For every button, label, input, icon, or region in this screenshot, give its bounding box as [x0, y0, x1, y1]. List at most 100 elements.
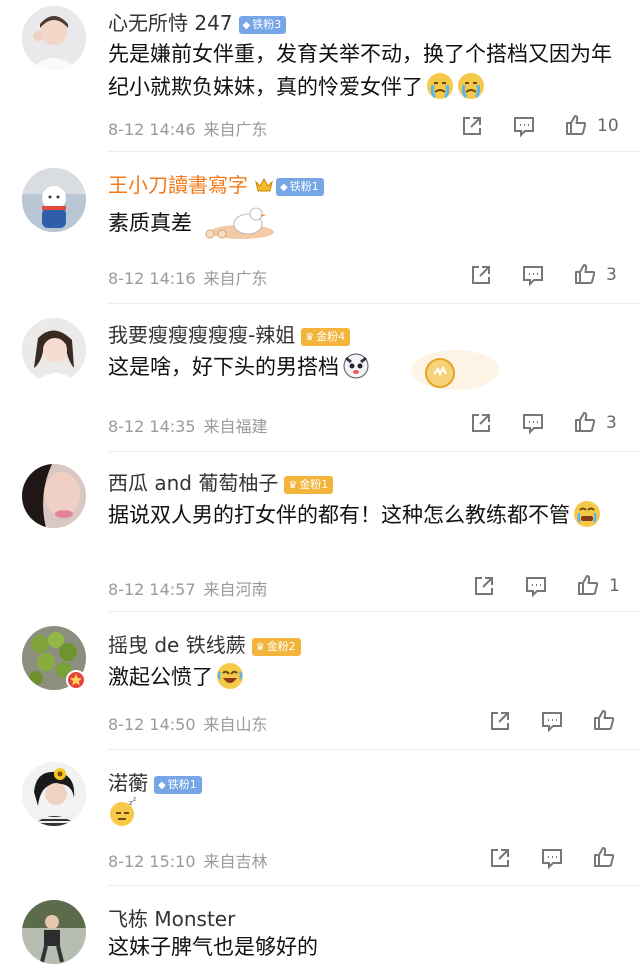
like-button[interactable]	[564, 113, 588, 137]
fan-badge: ♛ 金粉1	[284, 476, 334, 494]
comment-button[interactable]	[521, 411, 545, 435]
crown-icon: ♛	[255, 642, 265, 653]
avatar[interactable]	[22, 762, 86, 826]
avatar[interactable]	[22, 318, 86, 382]
share-button[interactable]	[488, 846, 512, 870]
share-button[interactable]	[488, 709, 512, 733]
like-count: 10	[597, 116, 619, 136]
location: 来自福建	[203, 417, 268, 436]
comment-text: 先是嫌前女伴重，发育关举不动，换了个搭档又因为年纪小就欺负妹妹，真的怜爱女伴了	[108, 42, 612, 99]
diamond-icon: ◆	[280, 182, 288, 193]
share-icon	[491, 849, 509, 867]
crown-icon	[254, 175, 274, 193]
avatar[interactable]	[22, 464, 86, 528]
like-button[interactable]	[573, 410, 597, 434]
like-count: 1	[609, 576, 620, 596]
comment-item: 王小刀讀書寫字 ◆ 铁粉1 素质真差 8-12 14:16 来自广东 3	[0, 152, 640, 304]
like-count: 3	[606, 265, 617, 285]
share-icon	[472, 266, 490, 284]
thumbs-up-icon	[566, 115, 587, 135]
comment-meta: 8-12 14:57 来自河南	[108, 576, 268, 600]
timestamp: 8-12 14:46	[108, 120, 196, 139]
crown-icon: ♛	[288, 480, 298, 491]
like-button[interactable]	[592, 845, 616, 869]
username[interactable]: 心无所恃 247 ◆ 铁粉3	[108, 7, 287, 36]
crown-icon: ♛	[305, 332, 315, 343]
share-button[interactable]	[460, 114, 484, 138]
like-button[interactable]	[573, 262, 597, 286]
location: 来自吉林	[203, 852, 268, 871]
share-icon	[463, 117, 481, 135]
comment-meta: 8-12 14:35 来自福建	[108, 413, 268, 437]
crying-emoji-icon	[458, 73, 484, 99]
share-icon	[491, 712, 509, 730]
username[interactable]: 摇曳 de 铁线蕨 ♛ 金粉2	[108, 629, 301, 658]
share-button[interactable]	[472, 574, 496, 598]
username[interactable]: 王小刀讀書寫字 ◆ 铁粉1	[108, 169, 324, 198]
timestamp: 8-12 14:57	[108, 580, 196, 599]
comment-item: 渃蘅 ◆ 铁粉1 zz 8-12 15:10 来自吉林	[0, 750, 640, 886]
comment-item: 西瓜 and 葡萄柚子 ♛ 金粉1 据说双人男的打女伴的都有！这种怎么教练都不管 8…	[0, 452, 640, 612]
comment-icon	[542, 712, 562, 733]
fan-badge: ◆ 铁粉1	[276, 178, 324, 196]
fan-badge: ◆ 铁粉3	[238, 16, 287, 34]
share-icon	[472, 414, 490, 432]
comment-item: 飞栋 Monster 这妹子脾气也是够好的	[0, 886, 640, 975]
thumbs-up-icon	[575, 264, 596, 284]
crying-emoji-icon	[427, 73, 453, 99]
comment-button[interactable]	[524, 574, 548, 598]
comment-meta: 8-12 15:10 来自吉林	[108, 848, 268, 872]
comment-meta: 8-12 14:16 来自广东	[108, 265, 268, 289]
share-button[interactable]	[469, 411, 493, 435]
comment-icon	[526, 577, 546, 598]
like-count: 3	[606, 413, 617, 433]
location: 来自山东	[203, 715, 268, 734]
thumbs-up-icon	[594, 710, 615, 730]
comment-meta: 8-12 14:46 来自广东	[108, 116, 268, 140]
thumbs-up-icon	[575, 412, 596, 432]
comment-item: 心无所恃 247 ◆ 铁粉3 先是嫌前女伴重，发育关举不动，换了个搭档又因为年纪小就…	[0, 0, 640, 152]
dog-emoji-icon	[343, 353, 369, 379]
fan-badge: ♛ 金粉4	[301, 328, 351, 346]
share-button[interactable]	[469, 263, 493, 287]
comment-icon	[542, 849, 562, 870]
comment-item: 摇曳 de 铁线蕨 ♛ 金粉2 激起公愤了 8-12 14:50 来自山东	[0, 612, 640, 750]
svg-text:z: z	[133, 796, 136, 803]
verified-badge	[66, 670, 86, 690]
comment-button[interactable]	[512, 114, 536, 138]
rubber-duck-sticker-icon	[205, 207, 274, 239]
username[interactable]: 西瓜 and 葡萄柚子 ♛ 金粉1	[108, 467, 334, 496]
comment-icon	[523, 266, 543, 287]
comment-button[interactable]	[540, 846, 564, 870]
comment-text: 激起公愤了	[108, 661, 618, 694]
username[interactable]: 渃蘅 ◆ 铁粉1	[108, 767, 202, 796]
location: 来自河南	[203, 580, 268, 599]
share-icon	[475, 577, 493, 595]
timestamp: 8-12 14:35	[108, 417, 196, 436]
location: 来自广东	[203, 269, 268, 288]
gold-badge-decoration-icon	[411, 350, 499, 390]
comment-button[interactable]	[521, 263, 545, 287]
comment-text: 这妹子脾气也是够好的	[108, 935, 318, 959]
like-button[interactable]	[592, 708, 616, 732]
diamond-icon: ◆	[158, 780, 166, 791]
username[interactable]: 飞栋 Monster	[108, 903, 235, 932]
comment-icon	[514, 117, 534, 138]
like-button[interactable]	[576, 573, 600, 597]
thumbs-up-icon	[578, 575, 599, 595]
comment-text: 据说双人男的打女伴的都有！这种怎么教练都不管	[108, 499, 618, 532]
laughing-crying-emoji-icon	[217, 663, 243, 689]
tearful-emoji-icon	[574, 501, 600, 527]
comment-icon	[523, 414, 543, 435]
avatar[interactable]	[22, 6, 86, 70]
fan-badge: ♛ 金粉2	[251, 638, 301, 656]
avatar[interactable]	[22, 900, 86, 964]
comment-button[interactable]	[540, 709, 564, 733]
avatar[interactable]	[22, 168, 86, 232]
sleepy-emoji-icon: zz	[110, 796, 136, 826]
username[interactable]: 我要瘦瘦瘦瘦瘦-辣姐 ♛ 金粉4	[108, 319, 351, 348]
comment-text: zz	[108, 796, 618, 832]
comment-text: 这是啥，好下头的男搭档	[108, 351, 618, 384]
timestamp: 8-12 14:16	[108, 269, 196, 288]
comment-item: 我要瘦瘦瘦瘦瘦-辣姐 ♛ 金粉4 这是啥，好下头的男搭档 8-12 14:35 来自福…	[0, 304, 640, 456]
